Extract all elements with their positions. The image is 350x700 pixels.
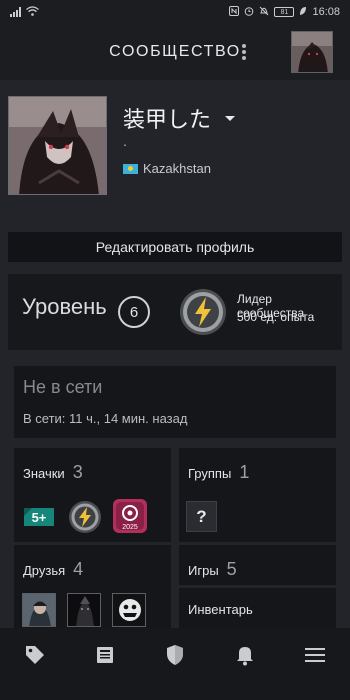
profile-avatar[interactable]	[8, 96, 107, 195]
chevron-down-icon[interactable]	[225, 116, 235, 121]
leaf-icon	[299, 6, 307, 19]
friend-avatar[interactable]	[22, 593, 56, 627]
friend-avatar[interactable]	[112, 593, 146, 627]
nfc-icon	[229, 5, 240, 19]
battery-icon: 81	[274, 7, 295, 17]
badge-year-text: 2025	[122, 524, 138, 531]
edit-profile-button[interactable]: Редактировать профиль	[8, 232, 342, 262]
games-label: Игры	[188, 563, 219, 578]
inventory-label: Инвентарь	[188, 602, 253, 617]
wifi-icon	[26, 5, 39, 19]
app-header: СООБЩЕСТВО	[0, 24, 350, 80]
bottom-nav	[0, 628, 350, 700]
community-leader-small-badge-icon[interactable]	[68, 500, 102, 534]
friend-avatar[interactable]	[67, 593, 101, 627]
games-section[interactable]: Игры 5	[179, 545, 336, 585]
news-icon[interactable]	[92, 642, 118, 668]
badges-label: Значки	[23, 466, 65, 481]
store-tag-icon[interactable]	[22, 642, 48, 668]
bell-icon[interactable]	[232, 642, 258, 668]
mute-icon	[259, 6, 269, 19]
last-online: В сети: 11 ч., 14 мин. назад	[23, 411, 188, 426]
hamburger-menu-icon[interactable]	[302, 642, 328, 668]
level-panel: Уровень 6 Лидер сообщества 500 ед. опыта	[8, 274, 342, 350]
shield-icon[interactable]	[162, 642, 188, 668]
alarm-icon	[244, 6, 254, 19]
groups-label: Группы	[188, 466, 232, 481]
friends-section[interactable]: Друзья 4	[14, 545, 171, 635]
friends-count: 4	[73, 559, 84, 579]
group-avatar-placeholder[interactable]: ?	[186, 501, 217, 532]
badge-xp: 500 ед. опыта	[237, 310, 315, 324]
profile-name[interactable]: 装甲した	[123, 102, 211, 134]
header-avatar[interactable]	[291, 31, 333, 73]
profile-summary: .	[123, 133, 127, 149]
badges-count: 3	[72, 462, 83, 482]
years-of-service-badge-icon[interactable]: 5+	[22, 500, 56, 534]
signal-icon	[10, 7, 21, 17]
groups-count: 1	[239, 462, 250, 482]
badge-years-text: 5+	[32, 510, 47, 525]
friends-label: Друзья	[23, 563, 66, 578]
online-state: Не в сети	[23, 377, 103, 397]
clock: 16:08	[312, 6, 340, 18]
badges-section[interactable]: Значки 3 5+ 2025	[14, 448, 171, 542]
level-value: 6	[118, 296, 150, 328]
steam-replay-badge-icon[interactable]: 2025	[112, 498, 147, 533]
online-status-panel: Не в сети В сети: 11 ч., 14 мин. назад	[14, 366, 336, 438]
level-label: Уровень	[22, 294, 107, 319]
games-count: 5	[226, 559, 237, 579]
profile-country: Kazakhstan	[123, 161, 211, 176]
kebab-menu-icon[interactable]	[239, 42, 249, 62]
country-label: Kazakhstan	[143, 161, 211, 176]
community-leader-badge-icon[interactable]	[178, 287, 228, 337]
status-bar: 81 16:08	[0, 0, 350, 24]
groups-section[interactable]: Группы 1 ?	[179, 448, 336, 542]
kazakhstan-flag-icon	[123, 163, 138, 174]
